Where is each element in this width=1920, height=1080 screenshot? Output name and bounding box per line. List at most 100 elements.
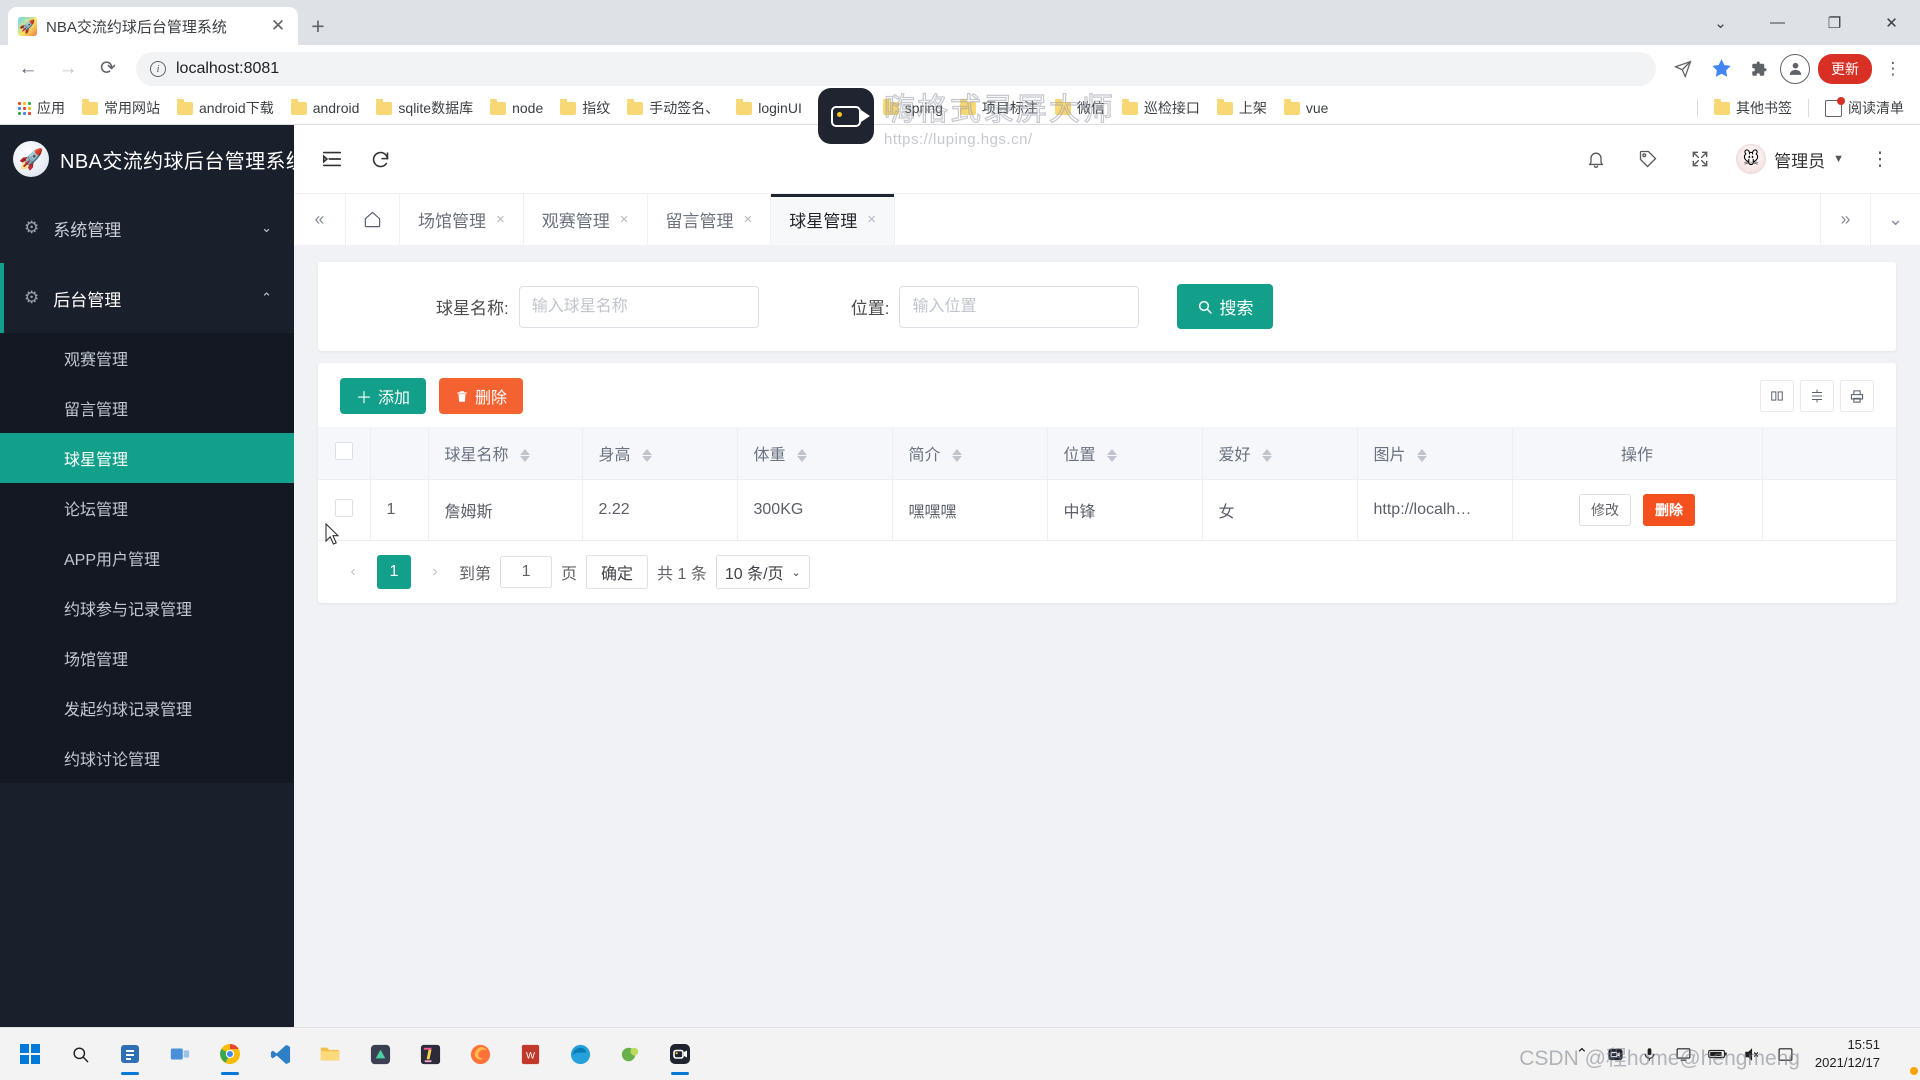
reload-icon[interactable]: ⟳ — [90, 51, 126, 87]
page-number-1[interactable]: 1 — [377, 555, 411, 589]
bookmark-apps[interactable]: 应用 — [10, 94, 73, 122]
app-brand[interactable]: 🚀 NBA交流约球后台管理系统 — [0, 125, 306, 193]
tag-icon[interactable] — [1626, 137, 1670, 181]
next-page-button[interactable]: › — [420, 557, 450, 587]
goto-page-input[interactable] — [500, 556, 553, 588]
home-icon[interactable] — [346, 194, 400, 245]
taskbar-wps[interactable]: W — [506, 1031, 554, 1077]
search-input-player-name[interactable] — [518, 285, 759, 328]
taskbar-firefox[interactable] — [456, 1031, 504, 1077]
sidebar-item-yueqiu-taolun[interactable]: 约球讨论管理 — [0, 733, 294, 783]
screen-share-icon[interactable] — [1669, 1037, 1918, 1075]
bookmark-item[interactable]: node — [482, 96, 551, 120]
sort-icon[interactable] — [951, 449, 962, 463]
bookmark-item[interactable]: sqlite数据库 — [368, 94, 481, 122]
bookmark-item[interactable]: 项目标注 — [952, 94, 1046, 122]
edit-row-button[interactable]: 修改 — [1579, 494, 1631, 526]
th-player-name[interactable]: 球星名称 — [428, 427, 583, 480]
sort-icon[interactable] — [1261, 449, 1272, 463]
user-menu[interactable]: 🐭 管理员 ▼ — [1730, 144, 1850, 174]
sort-icon[interactable] — [641, 449, 652, 463]
bookmark-item[interactable]: 常用网站 — [74, 94, 168, 122]
sort-icon[interactable] — [1416, 449, 1427, 463]
minimize-button[interactable]: — — [1749, 0, 1806, 45]
sidebar-item-liuyan[interactable]: 留言管理 — [0, 383, 294, 433]
prev-page-button[interactable]: ‹ — [338, 557, 368, 587]
sidebar-item-qiuxing[interactable]: 球星管理 — [0, 433, 294, 483]
address-bar[interactable]: i localhost:8081 — [136, 51, 1656, 86]
minimize-all-button[interactable]: ⌄ — [1692, 0, 1749, 45]
back-icon[interactable]: ← — [10, 51, 46, 87]
bookmark-item[interactable]: 微信 — [1047, 94, 1113, 122]
maximize-button[interactable]: ❐ — [1806, 0, 1863, 45]
density-icon[interactable] — [1800, 380, 1834, 412]
bookmark-item[interactable]: android — [283, 96, 368, 120]
th-weight[interactable]: 体重 — [737, 427, 893, 480]
browser-menu-icon[interactable]: ⋮ — [1876, 52, 1910, 86]
taskbar-search-button[interactable] — [56, 1031, 104, 1077]
sidebar-item-backend-management[interactable]: ⚙ 后台管理 ⌃ — [0, 263, 294, 333]
tabs-dropdown-button[interactable]: ⌄ — [1870, 194, 1920, 245]
taskbar-file-explorer[interactable] — [306, 1031, 354, 1077]
taskbar-chrome[interactable] — [206, 1031, 254, 1077]
tabs-scroll-left-button[interactable]: « — [294, 194, 346, 245]
bookmark-item[interactable]: vue — [1276, 96, 1337, 120]
taskbar-intellij-idea[interactable] — [406, 1031, 454, 1077]
search-button[interactable]: 搜索 — [1177, 284, 1274, 329]
sidebar-item-app-user[interactable]: APP用户管理 — [0, 533, 294, 583]
battery-icon[interactable] — [1703, 1037, 1733, 1071]
page-size-select[interactable]: 10 条/页 ⌄ — [715, 555, 810, 589]
more-options-icon[interactable]: ⋮ — [1858, 137, 1902, 181]
search-input-position[interactable] — [899, 285, 1140, 328]
bell-icon[interactable] — [1574, 137, 1618, 181]
taskbar-clock[interactable]: 15:51 2021/12/17 — [1805, 1036, 1890, 1071]
microphone-icon[interactable] — [1635, 1037, 1665, 1071]
bookmark-item[interactable]: android下载 — [169, 94, 282, 122]
th-height[interactable]: 身高 — [582, 427, 738, 480]
bookmark-item[interactable]: spring — [875, 96, 951, 120]
confirm-page-button[interactable]: 确定 — [586, 555, 649, 589]
row-checkbox[interactable] — [334, 498, 353, 517]
tab-liuyan-guanli[interactable]: 留言管理 × — [648, 194, 772, 245]
tab-guansai-guanli[interactable]: 观赛管理 × — [524, 194, 648, 245]
tabs-scroll-right-button[interactable]: » — [1820, 194, 1870, 245]
extensions-puzzle-icon[interactable] — [1742, 52, 1776, 86]
reading-list-button[interactable]: 阅读清单 — [1817, 94, 1912, 122]
delete-row-button[interactable]: 删除 — [1643, 494, 1695, 526]
recorder-tray-icon[interactable] — [1601, 1037, 1631, 1071]
table-row[interactable]: 1 詹姆斯 2.22 300KG 嘿嘿嘿 中锋 女 http://localh… — [318, 479, 1896, 541]
bookmark-item[interactable]: 手动签名、 — [619, 94, 727, 122]
sidebar-item-luntan[interactable]: 论坛管理 — [0, 483, 294, 533]
add-button[interactable]: ＋ 添加 — [340, 378, 427, 414]
menu-fold-icon[interactable] — [312, 139, 352, 179]
fullscreen-icon[interactable] — [1678, 137, 1722, 181]
taskbar-misc-app[interactable] — [606, 1031, 654, 1077]
taskbar-app-blue[interactable] — [106, 1031, 154, 1077]
volume-muted-icon[interactable] — [1737, 1037, 1767, 1071]
sort-icon[interactable] — [519, 449, 530, 463]
th-intro[interactable]: 简介 — [892, 427, 1048, 480]
taskbar-vscode[interactable] — [256, 1031, 304, 1077]
sort-icon[interactable] — [796, 449, 807, 463]
close-icon[interactable]: × — [744, 211, 753, 228]
tab-qiuxing-guanli[interactable]: 球星管理 × — [771, 194, 896, 245]
bookmark-item[interactable]: 指纹 — [552, 94, 618, 122]
new-tab-button[interactable]: + — [298, 7, 338, 45]
close-window-button[interactable]: ✕ — [1863, 0, 1920, 45]
print-icon[interactable] — [1840, 380, 1874, 412]
bookmark-item[interactable]: 上架 — [1209, 94, 1275, 122]
taskbar-edge[interactable] — [556, 1031, 604, 1077]
close-icon[interactable]: × — [496, 211, 505, 228]
sidebar-item-changguan[interactable]: 场馆管理 — [0, 633, 294, 683]
taskbar-task-view[interactable] — [156, 1031, 204, 1077]
select-all-checkbox[interactable] — [334, 441, 353, 460]
taskbar-screen-recorder[interactable] — [656, 1031, 704, 1077]
show-desktop-button[interactable] — [1894, 1037, 1906, 1071]
bookmark-star-icon[interactable] — [1704, 52, 1738, 86]
taskbar-android-studio[interactable] — [356, 1031, 404, 1077]
bookmark-item[interactable]: bysj — [811, 96, 874, 120]
close-icon[interactable]: ✕ — [268, 16, 288, 36]
sidebar-item-guansai[interactable]: 观赛管理 — [0, 333, 294, 383]
tab-changguan-guanli[interactable]: 场馆管理 × — [400, 194, 524, 245]
send-icon[interactable] — [1666, 52, 1700, 86]
